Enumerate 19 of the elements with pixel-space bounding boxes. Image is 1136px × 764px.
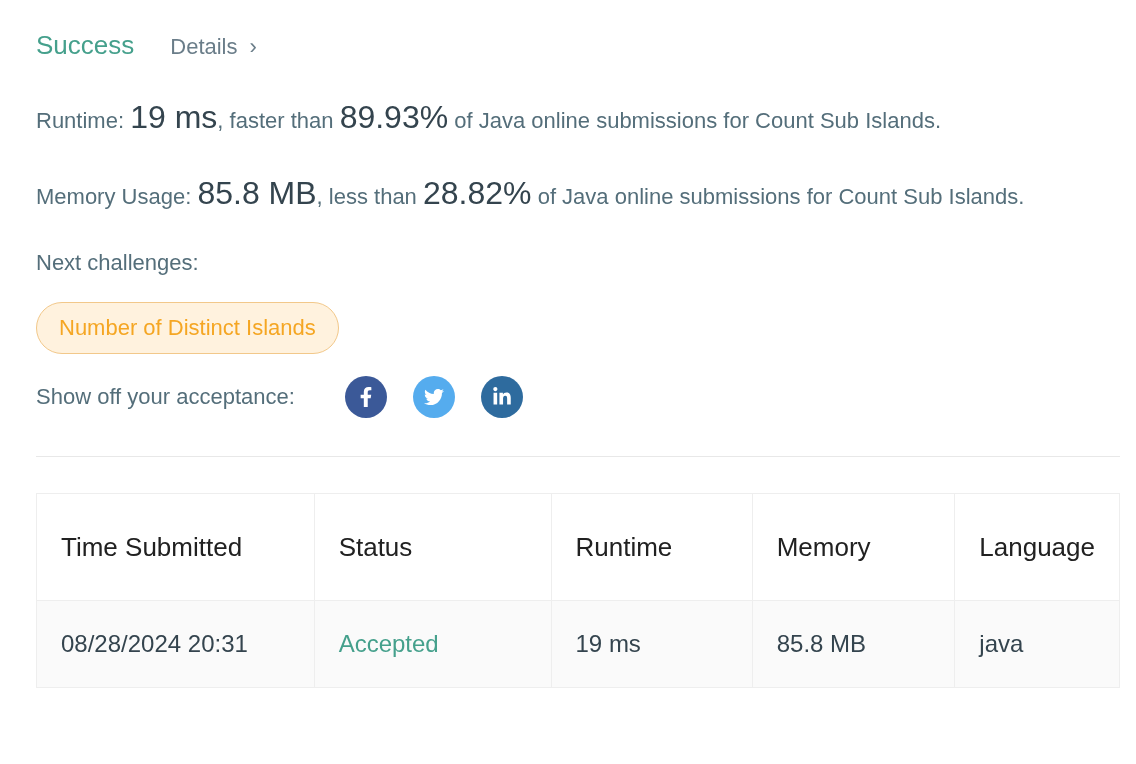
details-link[interactable]: Details › <box>170 34 257 60</box>
table-cell: 85.8 MB <box>752 600 955 688</box>
facebook-icon[interactable] <box>344 376 387 418</box>
challenge-tag[interactable]: Number of Distinct Islands <box>36 302 339 354</box>
stat-text: Runtime: 19 ms, faster than 89.93% of Java online submissions for Count Sub Islands. <box>36 98 942 137</box>
share-label: Show off your acceptance: <box>36 384 295 410</box>
table-cell: 08/28/2024 20:31 <box>36 600 315 688</box>
table-cell: java <box>954 600 1120 688</box>
linkedin-icon[interactable] <box>480 376 523 418</box>
column-header: Language <box>954 493 1120 601</box>
column-header: Memory <box>752 493 955 601</box>
table-cell: 19 ms <box>551 600 753 688</box>
status-link[interactable]: Accepted <box>314 600 551 688</box>
stat-text: Memory Usage: 85.8 MB, less than 28.82% of Java online submissions for Count Sub Islands. <box>36 174 1026 213</box>
status-title: Success <box>36 30 135 61</box>
next-challenges-label: Next challenges: <box>36 250 200 276</box>
column-header: Time Submitted <box>36 493 315 601</box>
column-header: Status <box>314 493 551 601</box>
column-header: Runtime <box>551 493 753 601</box>
